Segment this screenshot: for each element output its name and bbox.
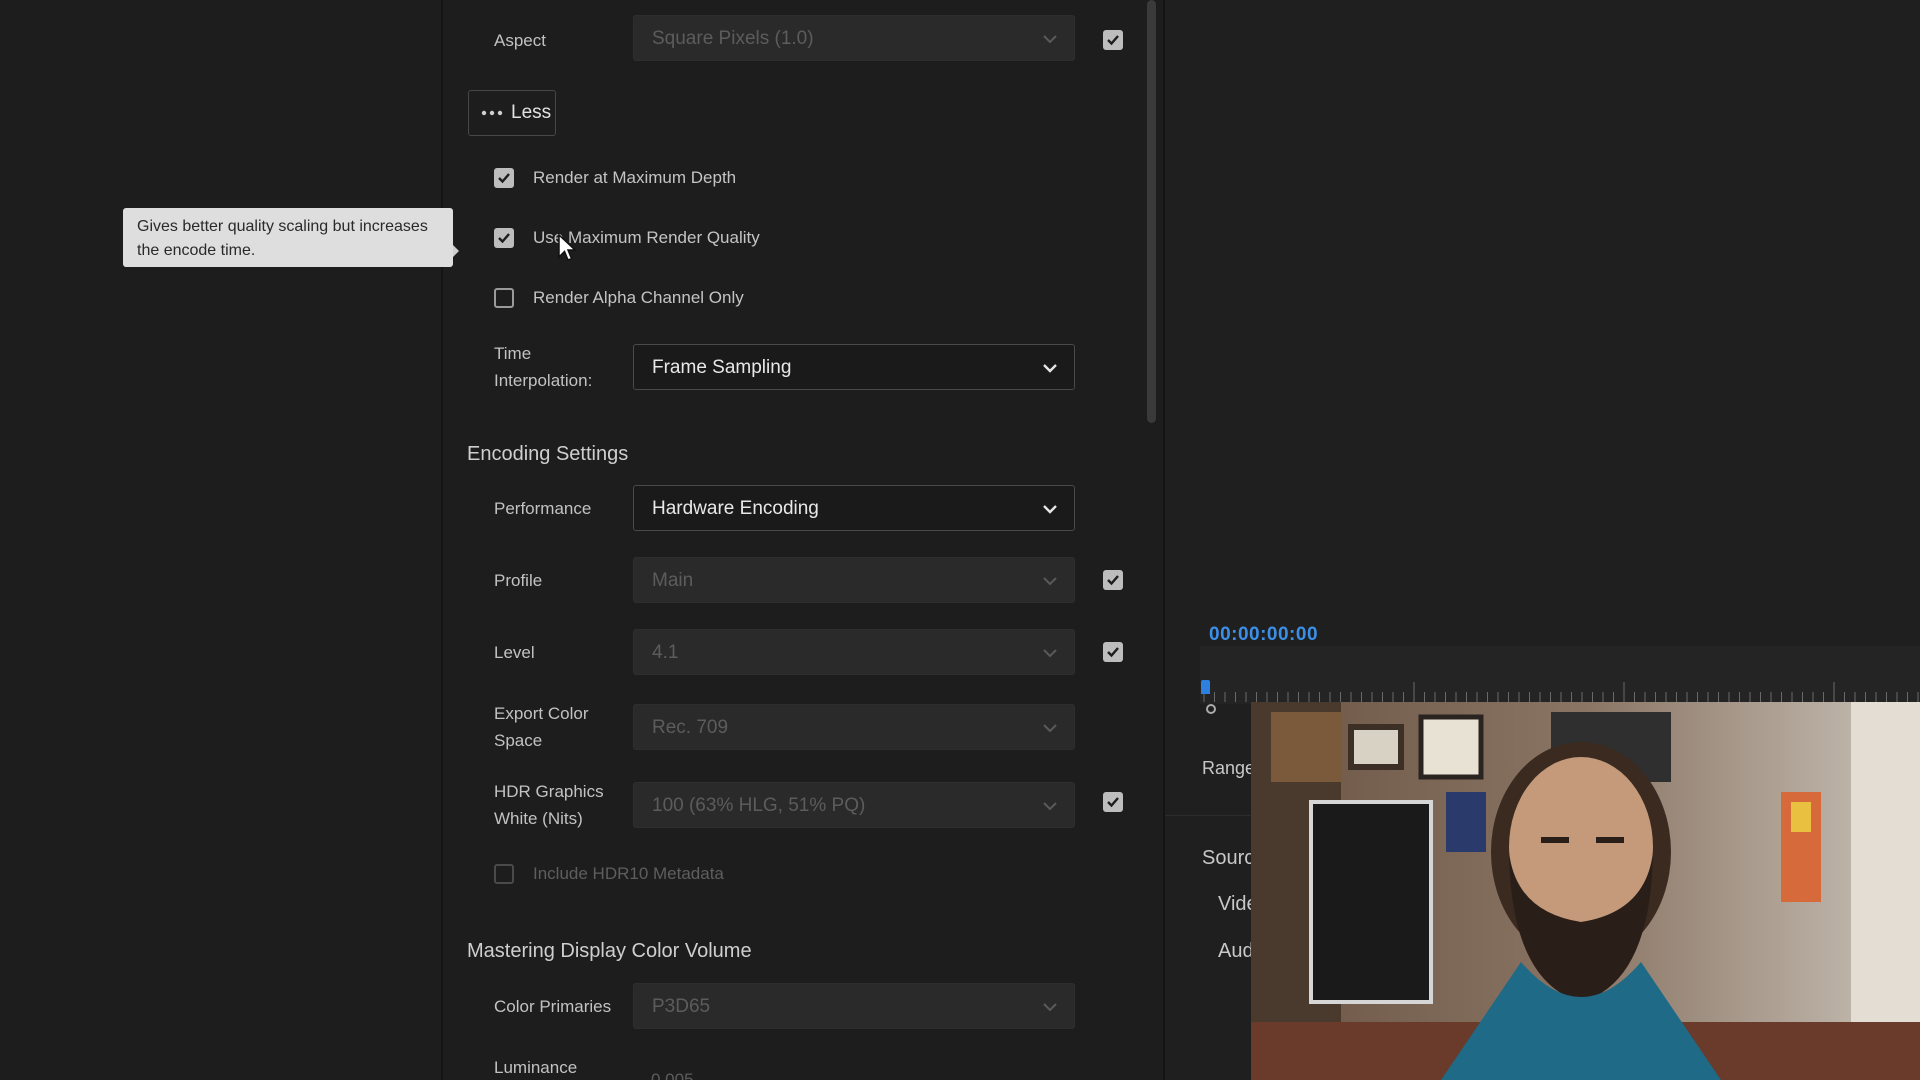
time-interpolation-value: Frame Sampling <box>652 357 792 378</box>
profile-value: Main <box>652 570 694 591</box>
encoding-settings-title[interactable]: Encoding Settings <box>467 443 628 466</box>
render-max-depth-checkbox[interactable] <box>494 168 514 188</box>
profile-label: Profile <box>494 571 543 590</box>
performance-value: Hardware Encoding <box>652 498 819 519</box>
tooltip: Gives better quality scaling but increas… <box>123 208 453 267</box>
tooltip-text: Gives better quality scaling but increas… <box>137 218 428 259</box>
time-interpolation-label-line2: Interpolation: <box>494 371 593 390</box>
aspect-label: Aspect <box>494 31 546 50</box>
playhead[interactable] <box>1201 680 1210 694</box>
settings-scrollbar[interactable] <box>1147 0 1156 423</box>
hdr-white-override-checkbox[interactable] <box>1103 792 1123 812</box>
level-override-checkbox[interactable] <box>1103 642 1123 662</box>
aspect-value: Square Pixels (1.0) <box>652 28 814 49</box>
chevron-down-icon <box>1040 558 1060 604</box>
checkmark-icon <box>1107 575 1119 586</box>
source-label[interactable]: Sourc <box>1202 847 1254 870</box>
color-primaries-dropdown[interactable]: P3D65 <box>633 983 1075 1029</box>
hdr10-metadata-checkbox[interactable] <box>494 864 514 884</box>
hdr-white-value: 100 (63% HLG, 51% PQ) <box>652 795 866 816</box>
checkmark-icon <box>1107 647 1119 658</box>
alpha-channel-checkbox[interactable] <box>494 288 514 308</box>
hdr10-metadata-label[interactable]: Include HDR10 Metadata <box>533 863 724 885</box>
export-window: Aspect Square Pixels (1.0) Less Render a… <box>0 0 1920 1080</box>
checkmark-icon <box>1107 797 1119 808</box>
time-interpolation-label-line1: Time <box>494 344 532 363</box>
hdr-white-label-line1: HDR Graphics <box>494 782 604 801</box>
timecode[interactable]: 00:00:00:00 <box>1209 624 1318 646</box>
tooltip-arrow <box>453 245 459 257</box>
settings-panel <box>443 0 1163 1080</box>
color-space-value: Rec. 709 <box>652 717 729 738</box>
color-space-label-line2: Space <box>494 731 543 750</box>
performance-label: Performance <box>494 499 592 518</box>
hdr-white-dropdown[interactable]: 100 (63% HLG, 51% PQ) <box>633 782 1075 828</box>
mastering-display-title[interactable]: Mastering Display Color Volume <box>467 940 752 963</box>
ellipsis-icon <box>481 91 505 135</box>
chevron-down-icon <box>1040 345 1060 391</box>
audio-label[interactable]: Aud <box>1218 940 1254 963</box>
less-button[interactable]: Less <box>468 90 556 136</box>
color-space-dropdown[interactable]: Rec. 709 <box>633 704 1075 750</box>
level-value: 4.1 <box>652 642 679 663</box>
checkmark-icon <box>498 173 510 184</box>
color-primaries-label: Color Primaries <box>494 997 612 1016</box>
range-label: Range <box>1202 758 1256 778</box>
chevron-down-icon <box>1040 705 1060 751</box>
chevron-down-icon <box>1040 630 1060 676</box>
chevron-down-icon <box>1040 16 1060 62</box>
left-pane <box>0 0 441 1080</box>
aspect-dropdown[interactable]: Square Pixels (1.0) <box>633 15 1075 61</box>
checkmark-icon <box>1107 35 1119 46</box>
profile-dropdown[interactable]: Main <box>633 557 1075 603</box>
level-label: Level <box>494 643 535 662</box>
hdr-white-label-line2: White (Nits) <box>494 809 583 828</box>
max-render-quality-checkbox[interactable] <box>494 228 514 248</box>
mouse-cursor-icon <box>558 233 577 261</box>
time-interpolation-dropdown[interactable]: Frame Sampling <box>633 344 1075 390</box>
presenter-image <box>1251 702 1920 1080</box>
alpha-channel-label[interactable]: Render Alpha Channel Only <box>533 287 744 309</box>
checkmark-icon <box>498 233 510 244</box>
level-dropdown[interactable]: 4.1 <box>633 629 1075 675</box>
chevron-down-icon <box>1040 486 1060 532</box>
chevron-down-icon <box>1040 783 1060 829</box>
profile-override-checkbox[interactable] <box>1103 570 1123 590</box>
color-space-label-line1: Export Color <box>494 704 589 723</box>
aspect-override-checkbox[interactable] <box>1103 30 1123 50</box>
less-label: Less <box>511 102 552 123</box>
timeline-ruler[interactable] <box>1200 682 1920 702</box>
render-max-depth-label[interactable]: Render at Maximum Depth <box>533 167 736 189</box>
webcam-overlay <box>1251 702 1920 1080</box>
luminance-label: Luminance <box>494 1058 578 1077</box>
chevron-down-icon <box>1040 984 1060 1030</box>
in-point-handle[interactable] <box>1206 704 1216 714</box>
luminance-value[interactable]: 0.005 <box>651 1066 694 1080</box>
performance-dropdown[interactable]: Hardware Encoding <box>633 485 1075 531</box>
color-primaries-value: P3D65 <box>652 996 711 1017</box>
